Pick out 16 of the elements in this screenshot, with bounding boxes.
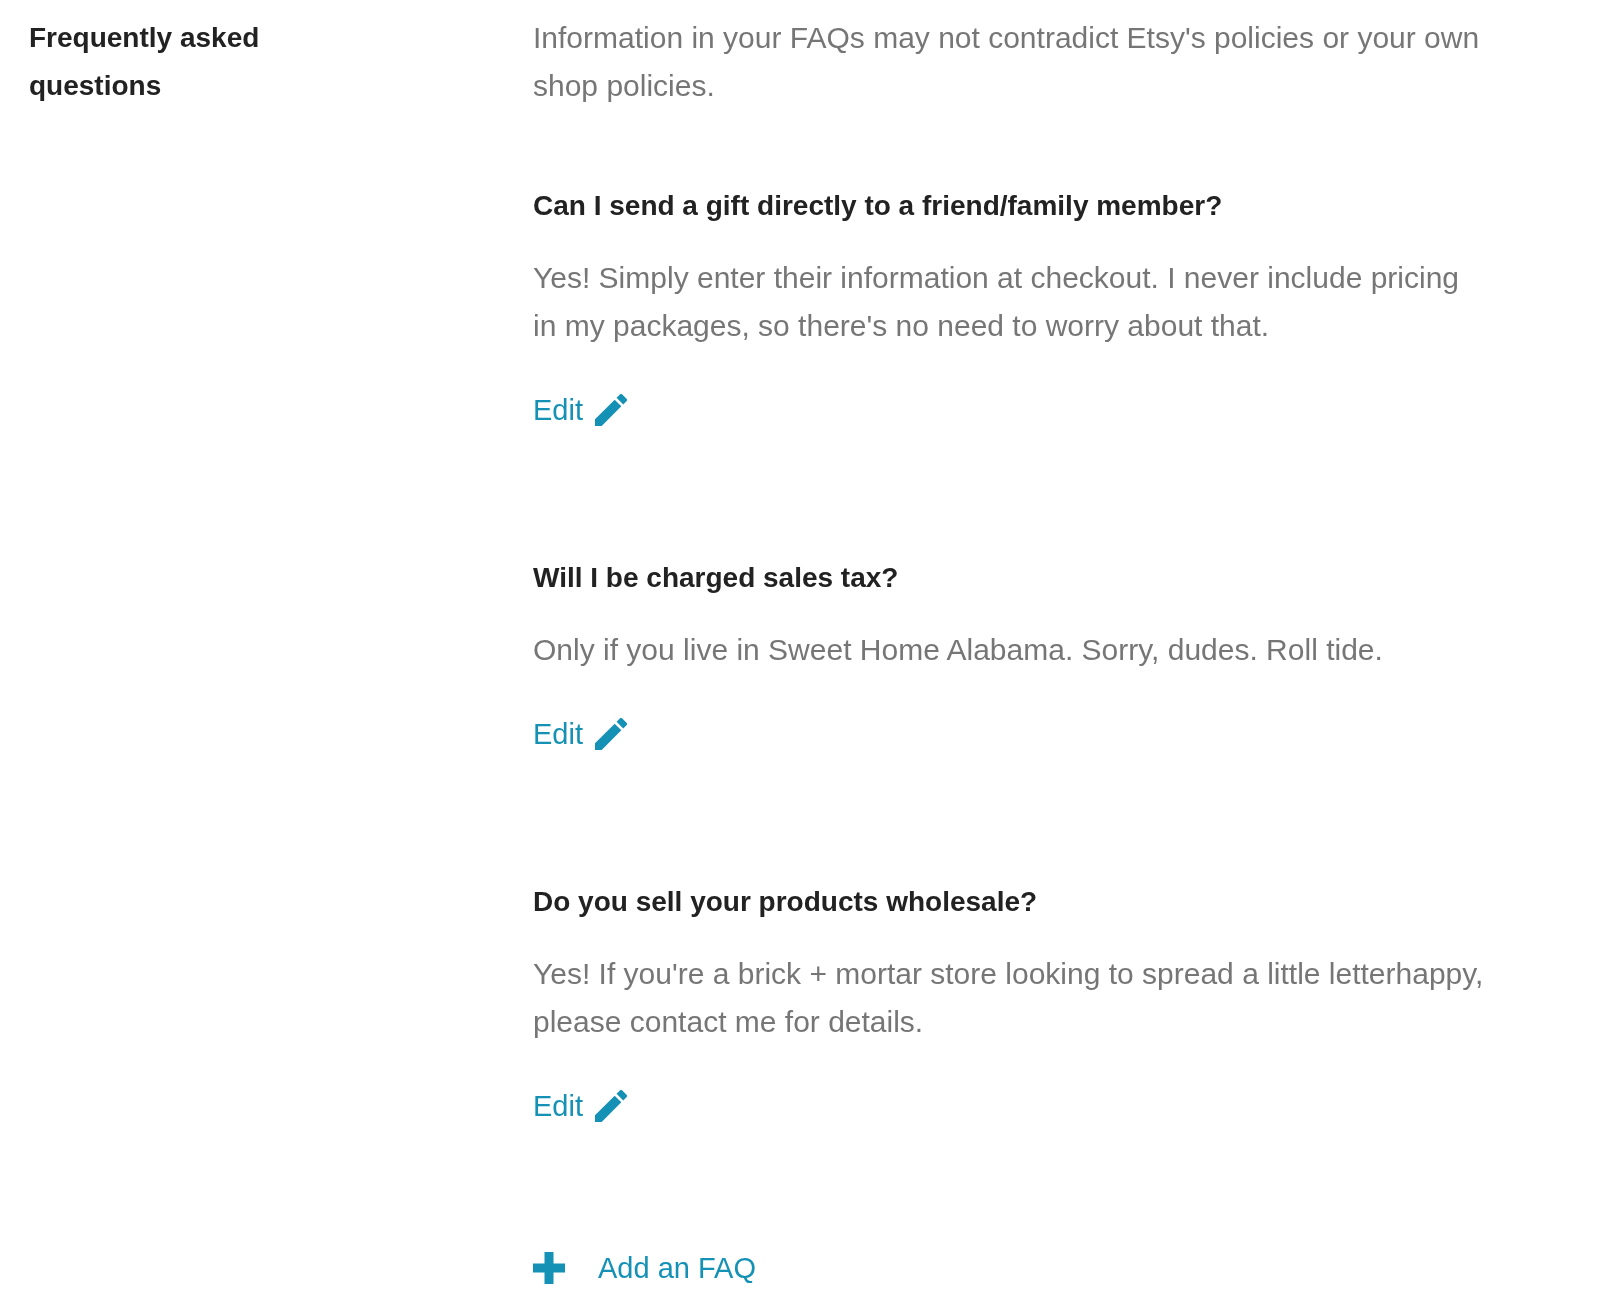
faq-question: Can I send a gift directly to a friend/family member?	[533, 189, 1223, 223]
pencil-icon	[595, 718, 627, 750]
edit-link[interactable]: Edit	[533, 1082, 627, 1130]
intro-text: Information in your FAQs may not contradict Etsy's policies or your own shop policies.	[533, 20, 1481, 104]
add-faq-button[interactable]: Add an FAQ	[533, 1244, 756, 1292]
faq-question: Will I be charged sales tax?	[533, 561, 899, 595]
edit-link[interactable]: Edit	[533, 710, 627, 758]
plus-icon	[533, 1252, 565, 1284]
section-title: Frequently asked questions	[29, 21, 261, 103]
pencil-icon	[595, 394, 627, 426]
faq-answer: Yes! If you're a brick + mortar store looking to spread a little letterhappy, please contact me for details.	[533, 956, 1485, 1040]
pencil-icon	[595, 1090, 627, 1122]
edit-link[interactable]: Edit	[533, 386, 627, 434]
faq-question: Do you sell your products wholesale?	[533, 885, 1038, 919]
faq-answer: Only if you live in Sweet Home Alabama. Sorry, dudes. Roll tide.	[533, 632, 1383, 668]
faq-answer: Yes! Simply enter their information at checkout. I never include pricing in my packages, so there's no need to worry about that.	[533, 260, 1461, 344]
